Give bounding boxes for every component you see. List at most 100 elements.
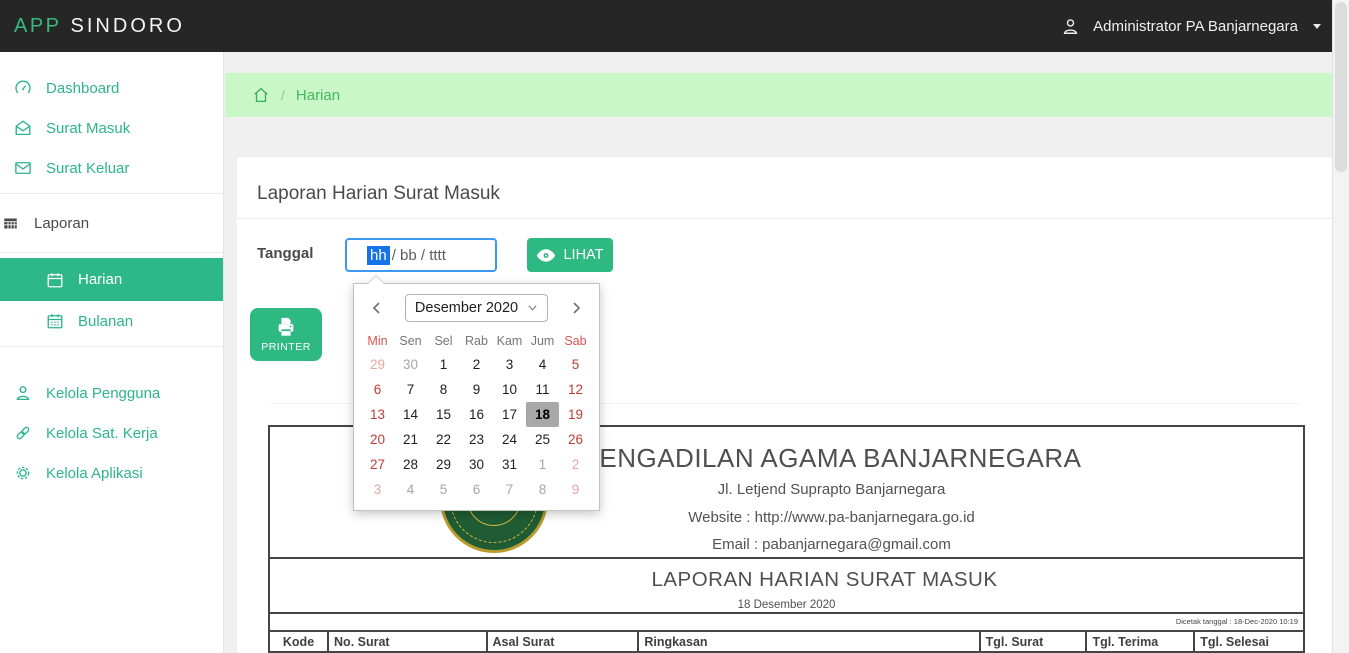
- sidebar-item-dashboard[interactable]: Dashboard: [0, 68, 223, 108]
- day-cell-1-adjacent[interactable]: 1: [526, 452, 559, 477]
- day-cell-12[interactable]: 12: [559, 377, 592, 402]
- day-cell-4-adjacent[interactable]: 4: [394, 477, 427, 502]
- day-cell-7-adjacent[interactable]: 7: [493, 477, 526, 502]
- sidebar-item-label: Surat Masuk: [46, 120, 130, 137]
- day-cell-18[interactable]: 18: [526, 402, 559, 427]
- date-placeholder: / bb / tttt: [392, 247, 446, 264]
- calendar-grid-icon: [46, 312, 64, 330]
- sidebar: Dashboard Surat Masuk Surat Keluar Laporan H…: [0, 52, 224, 653]
- day-header-kam: Kam: [493, 330, 526, 352]
- divider: [0, 252, 223, 253]
- printer-button[interactable]: PRINTER: [250, 308, 322, 361]
- day-header-rab: Rab: [460, 330, 493, 352]
- day-cell-22[interactable]: 22: [427, 427, 460, 452]
- date-picker-header: Desember 2020: [354, 284, 599, 326]
- day-cell-7[interactable]: 7: [394, 377, 427, 402]
- day-cell-3[interactable]: 3: [493, 352, 526, 377]
- day-cell-9[interactable]: 9: [460, 377, 493, 402]
- sidebar-item-label: Dashboard: [46, 80, 119, 97]
- sidebar-item-label: Kelola Aplikasi: [46, 465, 143, 482]
- day-cell-5-adjacent[interactable]: 5: [427, 477, 460, 502]
- day-cell-3-adjacent[interactable]: 3: [361, 477, 394, 502]
- table-header-row: KodeNo. SuratAsal SuratRingkasanTgl. Sur…: [270, 631, 1303, 652]
- day-cell-14[interactable]: 14: [394, 402, 427, 427]
- day-cell-19[interactable]: 19: [559, 402, 592, 427]
- gauge-icon: [14, 79, 32, 97]
- sidebar-item-surat-masuk[interactable]: Surat Masuk: [0, 108, 223, 148]
- day-cell-4[interactable]: 4: [526, 352, 559, 377]
- day-cell-23[interactable]: 23: [460, 427, 493, 452]
- lihat-label: LIHAT: [563, 247, 603, 263]
- page-title: Laporan Harian Surat Masuk: [257, 183, 500, 205]
- report-date: 18 Desember 2020: [270, 599, 1303, 611]
- day-cell-29-adjacent[interactable]: 29: [361, 352, 394, 377]
- day-cell-5[interactable]: 5: [559, 352, 592, 377]
- sidebar-item-label: Laporan: [34, 215, 89, 232]
- day-header-min: Min: [361, 330, 394, 352]
- day-cell-13[interactable]: 13: [361, 402, 394, 427]
- divider: [0, 346, 223, 347]
- month-year-select[interactable]: Desember 2020: [405, 294, 548, 322]
- day-cell-17[interactable]: 17: [493, 402, 526, 427]
- scrollbar[interactable]: [1332, 0, 1349, 653]
- sidebar-item-kelola-sat-kerja[interactable]: Kelola Sat. Kerja: [0, 413, 223, 453]
- sidebar-item-kelola-aplikasi[interactable]: Kelola Aplikasi: [0, 453, 223, 493]
- sidebar-item-harian[interactable]: Harian: [0, 258, 223, 301]
- brand-app: APP: [14, 15, 62, 37]
- day-cell-10[interactable]: 10: [493, 377, 526, 402]
- calendar-icon: [46, 271, 64, 289]
- day-of-week-row: MinSenSelRabKamJumSab: [354, 330, 599, 352]
- day-cell-2-adjacent[interactable]: 2: [559, 452, 592, 477]
- app-logo[interactable]: APPSINDORO: [14, 15, 185, 38]
- scrollbar-thumb[interactable]: [1335, 2, 1347, 172]
- day-cell-20[interactable]: 20: [361, 427, 394, 452]
- sidebar-item-surat-keluar[interactable]: Surat Keluar: [0, 148, 223, 188]
- column-header-tgl-surat: Tgl. Surat: [980, 631, 1087, 652]
- sidebar-item-laporan[interactable]: Laporan: [0, 199, 223, 247]
- mail-open-icon: [14, 119, 32, 137]
- day-header-jum: Jum: [526, 330, 559, 352]
- previous-month-button[interactable]: [366, 297, 388, 319]
- day-cell-6-adjacent[interactable]: 6: [460, 477, 493, 502]
- user-menu[interactable]: Administrator PA Banjarnegara: [1061, 0, 1321, 52]
- user-icon: [14, 384, 32, 402]
- sidebar-item-label: Bulanan: [78, 313, 133, 330]
- day-cell-24[interactable]: 24: [493, 427, 526, 452]
- day-cell-8[interactable]: 8: [427, 377, 460, 402]
- day-header-sen: Sen: [394, 330, 427, 352]
- day-cell-30-adjacent[interactable]: 30: [394, 352, 427, 377]
- breadcrumb-current: Harian: [296, 87, 340, 104]
- day-header-sab: Sab: [559, 330, 592, 352]
- day-cell-27[interactable]: 27: [361, 452, 394, 477]
- sidebar-item-kelola-pengguna[interactable]: Kelola Pengguna: [0, 373, 223, 413]
- day-cell-1[interactable]: 1: [427, 352, 460, 377]
- next-month-button[interactable]: [565, 297, 587, 319]
- day-cell-28[interactable]: 28: [394, 452, 427, 477]
- calendar-grid: 2930123456789101112131415161718192021222…: [354, 352, 599, 502]
- chevron-down-icon: [527, 304, 538, 312]
- day-cell-11[interactable]: 11: [526, 377, 559, 402]
- day-cell-6[interactable]: 6: [361, 377, 394, 402]
- day-cell-30[interactable]: 30: [460, 452, 493, 477]
- date-segment-selected: hh: [367, 246, 390, 265]
- day-cell-2[interactable]: 2: [460, 352, 493, 377]
- report-title-section: LAPORAN HARIAN SURAT MASUK 18 Desember 2…: [270, 557, 1303, 612]
- date-input[interactable]: hh / bb / tttt: [345, 238, 497, 272]
- date-picker-popup: Desember 2020 MinSenSelRabKamJumSab 2930…: [353, 283, 600, 511]
- printer-icon: [274, 316, 298, 338]
- day-cell-26[interactable]: 26: [559, 427, 592, 452]
- home-icon[interactable]: [252, 86, 270, 104]
- sidebar-item-bulanan[interactable]: Bulanan: [0, 301, 223, 341]
- day-header-sel: Sel: [427, 330, 460, 352]
- lihat-button[interactable]: LIHAT: [527, 238, 613, 272]
- day-cell-8-adjacent[interactable]: 8: [526, 477, 559, 502]
- day-cell-29[interactable]: 29: [427, 452, 460, 477]
- day-cell-31[interactable]: 31: [493, 452, 526, 477]
- day-cell-9-adjacent[interactable]: 9: [559, 477, 592, 502]
- day-cell-25[interactable]: 25: [526, 427, 559, 452]
- divider: [237, 218, 1333, 219]
- day-cell-15[interactable]: 15: [427, 402, 460, 427]
- day-cell-21[interactable]: 21: [394, 427, 427, 452]
- breadcrumb-separator: /: [281, 87, 285, 103]
- day-cell-16[interactable]: 16: [460, 402, 493, 427]
